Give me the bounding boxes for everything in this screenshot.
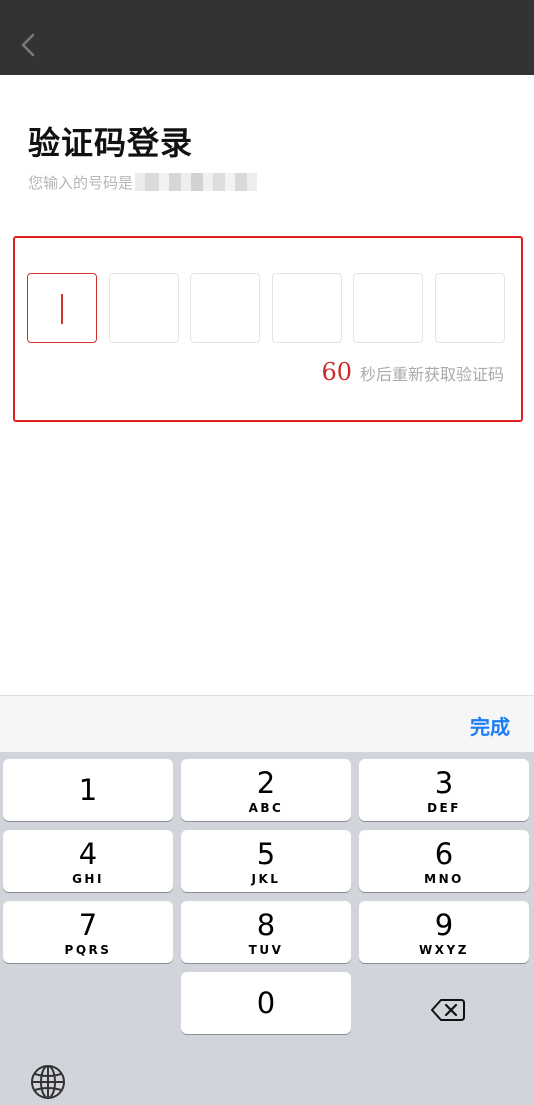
done-button[interactable]: 完成 (470, 711, 510, 740)
code-box-1[interactable] (27, 273, 97, 343)
key-letters: DEF (427, 801, 461, 815)
key-digit: 3 (434, 766, 454, 800)
phone-hint-label: 您输入的号码是 (28, 173, 134, 192)
chevron-left-icon (21, 33, 35, 57)
key-letters: ABC (248, 801, 284, 815)
key-letters: WXYZ (419, 943, 469, 957)
page-title: 验证码登录 (28, 124, 194, 162)
key-5[interactable]: 5 JKL (181, 830, 351, 892)
key-letters: PQRS (64, 943, 112, 957)
globe-button[interactable] (28, 1062, 68, 1102)
key-letters: TUV (248, 943, 284, 957)
code-box-3[interactable] (190, 273, 260, 343)
keyboard-toolbar: 完成 (0, 695, 534, 752)
key-digit: 7 (78, 908, 98, 942)
key-letters: GHI (72, 872, 104, 886)
key-digit: 6 (434, 837, 454, 871)
resend-countdown: 60 秒后重新获取验证码 (321, 358, 504, 388)
key-0[interactable]: 0 (181, 972, 351, 1034)
code-box-4[interactable] (272, 273, 342, 343)
key-digit: 8 (256, 908, 276, 942)
code-box-5[interactable] (353, 273, 423, 343)
backspace-icon (431, 999, 465, 1021)
key-3[interactable]: 3 DEF (359, 759, 529, 821)
key-digit: 2 (256, 766, 276, 800)
key-digit: 0 (256, 986, 276, 1020)
text-cursor (61, 294, 63, 324)
globe-icon (31, 1065, 65, 1099)
countdown-seconds: 60 (321, 358, 352, 386)
back-button[interactable] (12, 28, 46, 62)
key-digit: 5 (256, 837, 276, 871)
masked-phone-number (135, 173, 258, 191)
code-box-6[interactable] (435, 273, 505, 343)
key-7[interactable]: 7 PQRS (3, 901, 173, 963)
key-4[interactable]: 4 GHI (3, 830, 173, 892)
key-2[interactable]: 2 ABC (181, 759, 351, 821)
navigation-bar (0, 0, 534, 75)
key-8[interactable]: 8 TUV (181, 901, 351, 963)
key-6[interactable]: 6 MNO (359, 830, 529, 892)
key-digit: 9 (434, 908, 454, 942)
key-9[interactable]: 9 WXYZ (359, 901, 529, 963)
resend-label: 秒后重新获取验证码 (359, 365, 504, 384)
key-digit: 1 (78, 773, 98, 807)
key-letters: JKL (251, 872, 281, 886)
delete-key[interactable] (420, 990, 474, 1030)
phone-hint: 您输入的号码是 (28, 171, 258, 193)
key-1[interactable]: 1 (3, 759, 173, 821)
key-letters: MNO (424, 872, 464, 886)
key-digit: 4 (78, 837, 98, 871)
code-box-2[interactable] (109, 273, 179, 343)
